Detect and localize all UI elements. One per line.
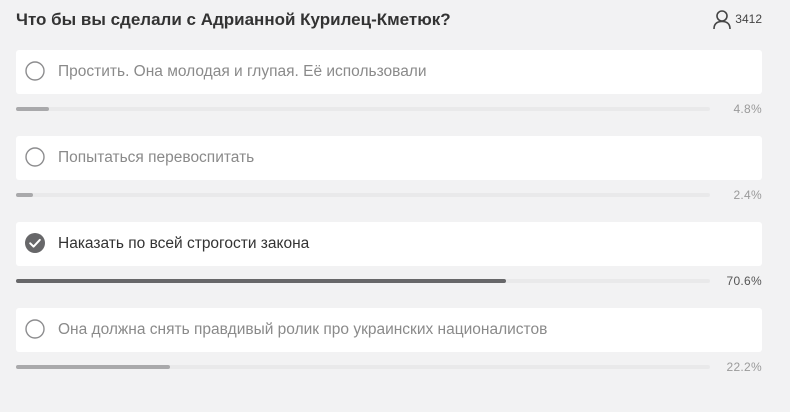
poll-result-row: 4.8% bbox=[16, 101, 764, 117]
poll-option[interactable]: Она должна снять правдивый ролик про укр… bbox=[16, 308, 762, 352]
percent-label: 22.2% bbox=[726, 360, 762, 374]
percent-label: 4.8% bbox=[733, 102, 762, 116]
progress-fill bbox=[16, 365, 170, 369]
voters-counter: 3412 bbox=[712, 8, 762, 30]
poll-option[interactable]: Простить. Она молодая и глупая. Её испол… bbox=[16, 50, 762, 94]
radio-icon[interactable] bbox=[25, 319, 45, 339]
radio-icon[interactable] bbox=[25, 61, 45, 81]
poll-option[interactable]: Наказать по всей строгости закона bbox=[16, 222, 762, 266]
voters-count: 3412 bbox=[735, 12, 762, 26]
progress-track bbox=[16, 193, 710, 197]
check-circle-icon[interactable] bbox=[25, 233, 45, 253]
radio-icon[interactable] bbox=[25, 147, 45, 167]
progress-track bbox=[16, 107, 710, 111]
poll-result-row: 22.2% bbox=[16, 359, 764, 375]
percent-label: 70.6% bbox=[726, 274, 762, 288]
poll-header: Что бы вы сделали с Адрианной Курилец-Км… bbox=[16, 8, 764, 32]
poll-result-row: 70.6% bbox=[16, 273, 764, 289]
poll-option-label: Она должна снять правдивый ролик про укр… bbox=[58, 321, 548, 338]
percent-label: 2.4% bbox=[733, 188, 762, 202]
person-icon bbox=[712, 9, 732, 30]
poll-option-label: Попытаться перевоспитать bbox=[58, 149, 255, 166]
poll-widget: Что бы вы сделали с Адрианной Курилец-Км… bbox=[0, 0, 790, 412]
poll-title: Что бы вы сделали с Адрианной Курилец-Км… bbox=[16, 10, 451, 29]
poll-result-row: 2.4% bbox=[16, 187, 764, 203]
poll-option-label: Наказать по всей строгости закона bbox=[58, 235, 310, 252]
poll-option[interactable]: Попытаться перевоспитать bbox=[16, 136, 762, 180]
poll-option-label: Простить. Она молодая и глупая. Её испол… bbox=[58, 63, 427, 80]
progress-track bbox=[16, 279, 710, 283]
progress-track bbox=[16, 365, 710, 369]
progress-fill bbox=[16, 279, 506, 283]
progress-fill bbox=[16, 193, 33, 197]
progress-fill bbox=[16, 107, 49, 111]
